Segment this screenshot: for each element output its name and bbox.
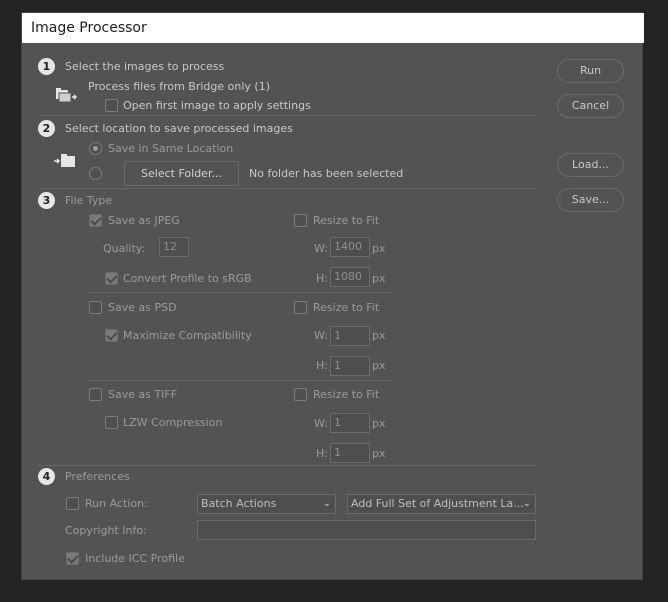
window-title: Image Processor [22, 13, 644, 43]
jpeg-height-label: H: [316, 272, 328, 285]
jpeg-width-unit: px [372, 242, 386, 255]
psd-width-label: W: [314, 329, 328, 342]
psd-width-input[interactable]: 1 [330, 326, 370, 346]
step-4-badge: 4 [38, 468, 55, 485]
psd-height-unit: px [372, 359, 386, 372]
lzw-compression-checkbox[interactable] [105, 416, 118, 429]
include-icc-checkbox[interactable] [66, 552, 79, 565]
copyright-input[interactable] [197, 520, 536, 540]
section-divider [38, 465, 536, 466]
tiff-height-input[interactable]: 1 [330, 443, 370, 463]
jpeg-width-input[interactable]: 1400 [330, 237, 370, 257]
tiff-resize-label: Resize to Fit [313, 388, 380, 401]
section-1-heading: Select the images to process [65, 60, 225, 73]
action-name-select[interactable]: Add Full Set of Adjustment La... ⌄ [347, 494, 536, 514]
psd-height-label: H: [316, 359, 328, 372]
psd-resize-checkbox[interactable] [294, 301, 307, 314]
tiff-width-label: W: [314, 417, 328, 430]
jpeg-resize-checkbox[interactable] [294, 214, 307, 227]
section-2-heading: Select location to save processed images [65, 122, 293, 135]
psd-width-unit: px [372, 329, 386, 342]
save-location-icon [53, 153, 77, 169]
jpeg-height-unit: px [372, 272, 386, 285]
save-psd-checkbox[interactable] [89, 301, 102, 314]
save-jpeg-label: Save as JPEG [108, 214, 180, 227]
bridge-source-text: Process files from Bridge only (1) [88, 80, 270, 93]
action-set-select[interactable]: Batch Actions ⌄ [197, 494, 336, 514]
jpeg-resize-label: Resize to Fit [313, 214, 380, 227]
tiff-height-label: H: [316, 447, 328, 460]
section-divider [38, 188, 536, 189]
save-tiff-checkbox[interactable] [89, 388, 102, 401]
convert-srgb-checkbox[interactable] [105, 272, 118, 285]
action-set-value: Batch Actions [201, 497, 277, 510]
folder-stack-icon [55, 87, 77, 103]
save-same-location-radio[interactable] [89, 142, 102, 155]
filetype-divider [89, 380, 392, 381]
select-folder-button[interactable]: Select Folder... [124, 161, 239, 186]
copyright-label: Copyright Info: [65, 524, 147, 537]
action-name-value: Add Full Set of Adjustment La... [351, 497, 524, 510]
save-same-location-label: Save in Same Location [108, 142, 234, 155]
section-divider [38, 115, 536, 116]
chevron-down-icon: ⌄ [522, 498, 531, 509]
open-first-image-label: Open first image to apply settings [123, 99, 311, 112]
lzw-compression-label: LZW Compression [123, 416, 223, 429]
tiff-width-input[interactable]: 1 [330, 413, 370, 433]
run-action-checkbox[interactable] [66, 497, 79, 510]
cancel-button[interactable]: Cancel [557, 94, 624, 118]
select-folder-radio[interactable] [89, 167, 102, 180]
load-button[interactable]: Load... [557, 153, 624, 177]
tiff-width-unit: px [372, 417, 386, 430]
jpeg-width-label: W: [314, 242, 328, 255]
section-4-heading: Preferences [65, 470, 130, 483]
save-psd-label: Save as PSD [108, 301, 177, 314]
section-3-heading: File Type [65, 194, 113, 207]
save-settings-button[interactable]: Save... [557, 188, 624, 212]
step-3-badge: 3 [38, 192, 55, 209]
psd-resize-label: Resize to Fit [313, 301, 380, 314]
maximize-compat-checkbox[interactable] [105, 329, 118, 342]
include-icc-label: Include ICC Profile [85, 552, 185, 565]
convert-srgb-label: Convert Profile to sRGB [123, 272, 252, 285]
tiff-height-unit: px [372, 447, 386, 460]
run-button[interactable]: Run [557, 59, 624, 83]
maximize-compat-label: Maximize Compatibility [123, 329, 252, 342]
psd-height-input[interactable]: 1 [330, 356, 370, 376]
save-tiff-label: Save as TIFF [108, 388, 178, 401]
run-action-label: Run Action: [85, 497, 148, 510]
step-1-badge: 1 [38, 58, 55, 75]
quality-input[interactable]: 12 [159, 237, 189, 257]
chevron-down-icon: ⌄ [322, 498, 331, 509]
open-first-image-checkbox[interactable] [105, 99, 118, 112]
quality-label: Quality: [103, 242, 146, 255]
tiff-resize-checkbox[interactable] [294, 388, 307, 401]
folder-status-text: No folder has been selected [249, 167, 404, 180]
filetype-divider [89, 292, 392, 293]
save-jpeg-checkbox[interactable] [89, 214, 102, 227]
image-processor-dialog: Image Processor 1 Select the images to p… [21, 12, 644, 580]
step-2-badge: 2 [38, 120, 55, 137]
jpeg-height-input[interactable]: 1080 [330, 267, 370, 287]
